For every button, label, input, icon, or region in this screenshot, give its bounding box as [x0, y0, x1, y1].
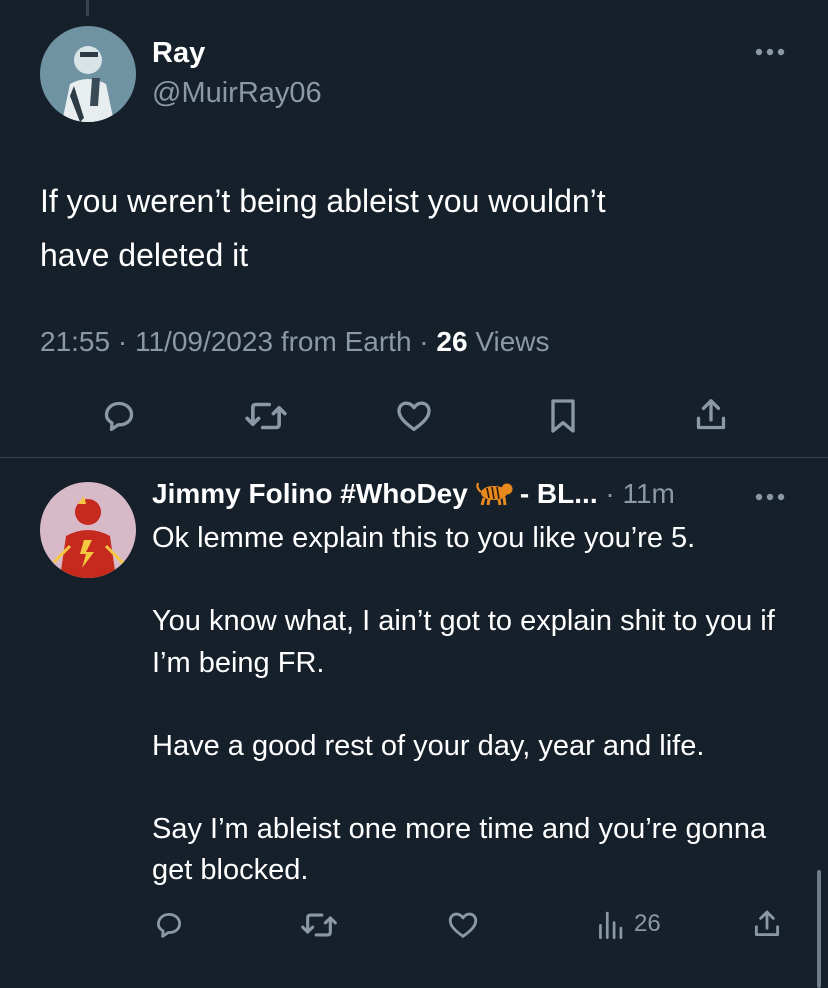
reply-share-button[interactable]	[750, 906, 784, 942]
reply-author-suffix[interactable]: - BL...	[520, 478, 598, 509]
reply-views-count: 26	[634, 910, 661, 937]
reply-header: Jimmy Folino #WhoDey - BL... · 11m	[152, 478, 675, 513]
views-label[interactable]: Views	[475, 326, 549, 357]
reply-more-options-icon[interactable]	[753, 487, 787, 507]
share-button[interactable]	[691, 394, 731, 436]
tweet-metadata: 21:55 · 11/09/2023 from Earth · 26 Views	[40, 326, 550, 357]
author-avatar[interactable]	[40, 26, 136, 122]
tweet-divider	[0, 457, 828, 458]
author-handle[interactable]: @MuirRay06	[152, 77, 322, 110]
views-icon	[599, 911, 623, 939]
tweet-source: from Earth	[280, 326, 412, 357]
reply-author-avatar[interactable]	[40, 482, 136, 578]
reply-reply-button[interactable]	[152, 908, 186, 942]
bookmark-button[interactable]	[545, 396, 581, 436]
retweet-button[interactable]	[243, 396, 289, 436]
author-display-name[interactable]: Ray	[152, 37, 205, 70]
share-icon	[696, 399, 726, 430]
like-icon	[397, 401, 431, 431]
more-options-icon[interactable]	[753, 42, 787, 62]
tweet-date: 11/09/2023	[134, 326, 274, 357]
reply-like-button[interactable]	[446, 908, 480, 942]
like-icon	[448, 912, 478, 938]
bookmark-icon	[551, 399, 575, 433]
reply-author-name[interactable]: Jimmy Folino #WhoDey	[152, 478, 468, 509]
tweet-time: 21:55	[40, 326, 111, 357]
like-button[interactable]	[394, 396, 434, 436]
tiger-icon	[474, 478, 514, 513]
reply-icon	[156, 912, 182, 938]
retweet-icon	[301, 913, 337, 937]
tweet-text: If you weren’t being ableist you wouldn’…	[40, 183, 606, 273]
reply-views-button[interactable]: 26	[596, 909, 661, 939]
share-icon	[754, 910, 780, 937]
reply-time[interactable]: · 11m	[605, 478, 675, 509]
reply-retweet-button[interactable]	[299, 908, 339, 942]
retweet-icon	[245, 402, 287, 430]
views-count[interactable]: 26	[436, 326, 467, 357]
reply-icon	[104, 401, 134, 431]
thread-connector-line	[86, 0, 89, 16]
scrollbar[interactable]	[817, 870, 821, 988]
reply-button[interactable]	[99, 396, 139, 436]
reply-text: Ok lemme explain this to you like you’re…	[152, 522, 775, 886]
